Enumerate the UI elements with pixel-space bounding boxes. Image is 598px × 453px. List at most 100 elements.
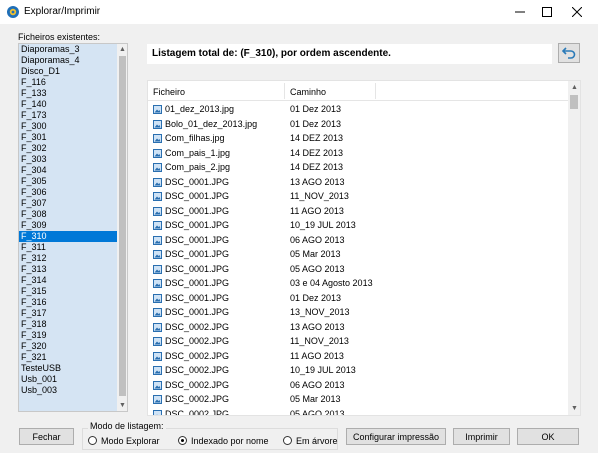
table-row[interactable]: DSC_0001.JPG 13 AGO 2013 [148, 175, 568, 190]
list-item[interactable]: F_307 [19, 198, 117, 209]
files-scrollbar[interactable]: ▲ ▼ [117, 44, 127, 411]
undo-button[interactable] [558, 43, 580, 63]
file-path-cell: 01 Dez 2013 [290, 118, 342, 129]
imprimir-button[interactable]: Imprimir [453, 428, 510, 445]
list-item[interactable]: F_309 [19, 220, 117, 231]
list-item[interactable]: Usb_001 [19, 374, 117, 385]
table-row[interactable]: DSC_0001.JPG 03 e 04 Agosto 2013 [148, 276, 568, 291]
radio-indexado-por-nome[interactable] [178, 436, 187, 445]
scroll-up-icon[interactable]: ▲ [119, 46, 126, 53]
file-name-cell: Bolo_01_dez_2013.jpg [165, 118, 258, 129]
table-row[interactable]: DSC_0002.JPG 05 Mar 2013 [148, 392, 568, 407]
list-item[interactable]: TesteUSB [19, 363, 117, 374]
file-name-cell: DSC_0001.JPG [165, 234, 230, 245]
files-items: Diaporamas_3 Diaporamas_4 Disco_D1 F_116 F_1… [19, 44, 117, 396]
list-item[interactable]: F_310 [19, 231, 117, 242]
file-name-cell: DSC_0001.JPG [165, 191, 230, 201]
minimize-button[interactable] [505, 0, 535, 24]
list-item[interactable]: F_304 [19, 165, 117, 176]
list-item[interactable]: F_306 [19, 187, 117, 198]
maximize-button[interactable] [532, 0, 562, 24]
file-name-cell: DSC_0001.JPG [165, 249, 230, 259]
scroll-thumb[interactable] [570, 95, 578, 109]
list-item[interactable]: F_316 [19, 297, 117, 308]
file-name-cell: DSC_0001.JPG [165, 176, 230, 187]
table-row[interactable]: DSC_0001.JPG 05 Mar 2013 [148, 247, 568, 262]
list-item[interactable]: F_303 [19, 154, 117, 165]
files-table[interactable]: Ficheiro Caminho 01_dez_2013.jpg 01 Dez 2… [147, 80, 581, 416]
column-header-caminho[interactable]: Caminho [290, 87, 326, 97]
table-row[interactable]: Com_pais_2.jpg 14 DEZ 2013 [148, 160, 568, 175]
list-item[interactable]: F_300 [19, 121, 117, 132]
list-item[interactable]: F_133 [19, 88, 117, 99]
radio-modo-explorar[interactable] [88, 436, 97, 445]
table-row[interactable]: Bolo_01_dez_2013.jpg 01 Dez 2013 [148, 117, 568, 132]
list-item[interactable]: F_308 [19, 209, 117, 220]
list-item[interactable]: Disco_D1 [19, 66, 117, 77]
radio-label-indexado-por-nome[interactable]: Indexado por nome [191, 436, 269, 446]
table-row[interactable]: 01_dez_2013.jpg 01 Dez 2013 [148, 102, 568, 117]
list-item[interactable]: F_313 [19, 264, 117, 275]
table-row[interactable]: Com_filhas.jpg 14 DEZ 2013 [148, 131, 568, 146]
column-divider[interactable] [375, 83, 376, 99]
file-path-cell: 14 DEZ 2013 [290, 162, 344, 172]
table-row[interactable]: DSC_0001.JPG 06 AGO 2013 [148, 233, 568, 248]
list-item[interactable]: F_318 [19, 319, 117, 330]
files-listbox[interactable]: Diaporamas_3 Diaporamas_4 Disco_D1 F_116 F_1… [18, 43, 128, 412]
scroll-down-icon[interactable]: ▼ [119, 402, 126, 409]
list-item[interactable]: F_321 [19, 352, 117, 363]
configurar-impressao-button[interactable]: Configurar impressão [346, 428, 446, 445]
scroll-up-icon[interactable]: ▲ [571, 84, 578, 91]
table-row[interactable]: Com_pais_1.jpg 14 DEZ 2013 [148, 146, 568, 161]
list-item[interactable]: F_320 [19, 341, 117, 352]
table-row[interactable]: DSC_0002.JPG 13 AGO 2013 [148, 320, 568, 335]
table-row[interactable]: DSC_0001.JPG 10_19 JUL 2013 [148, 218, 568, 233]
table-row[interactable]: DSC_0002.JPG 11 AGO 2013 [148, 349, 568, 364]
radio-label-em-arvore[interactable]: Em árvore [296, 436, 338, 446]
fechar-button[interactable]: Fechar [19, 428, 74, 445]
table-row[interactable]: DSC_0001.JPG 11_NOV_2013 [148, 189, 568, 204]
list-item[interactable]: F_319 [19, 330, 117, 341]
files-label: Ficheiros existentes: [18, 32, 101, 42]
table-row[interactable]: DSC_0002.JPG 11_NOV_2013 [148, 334, 568, 349]
radio-label-modo-explorar[interactable]: Modo Explorar [101, 436, 160, 446]
list-item[interactable]: F_173 [19, 110, 117, 121]
table-row[interactable]: DSC_0001.JPG 01 Dez 2013 [148, 291, 568, 306]
column-header-ficheiro[interactable]: Ficheiro [153, 87, 185, 97]
list-item[interactable]: F_302 [19, 143, 117, 154]
file-path-cell: 13 AGO 2013 [290, 176, 345, 187]
minimize-icon [515, 11, 525, 13]
file-path-cell: 10_19 JUL 2013 [290, 220, 356, 230]
list-item[interactable]: Usb_003 [19, 385, 117, 396]
radio-em-arvore[interactable] [283, 436, 292, 445]
file-name-cell: DSC_0002.JPG [165, 350, 230, 361]
list-item[interactable]: F_301 [19, 132, 117, 143]
list-item[interactable]: F_314 [19, 275, 117, 286]
table-row[interactable]: DSC_0002.JPG 06 AGO 2013 [148, 378, 568, 393]
file-name-cell: Com_filhas.jpg [165, 133, 225, 143]
list-item[interactable]: F_140 [19, 99, 117, 110]
list-item[interactable]: F_311 [19, 242, 117, 253]
image-file-icon [153, 221, 162, 230]
list-item[interactable]: Diaporamas_4 [19, 55, 117, 66]
image-file-icon [153, 264, 162, 274]
list-item[interactable]: F_116 [19, 77, 117, 88]
table-row[interactable]: DSC_0001.JPG 11 AGO 2013 [148, 204, 568, 219]
list-item[interactable]: Diaporamas_3 [19, 44, 117, 55]
image-file-icon [153, 206, 162, 216]
list-item[interactable]: F_315 [19, 286, 117, 297]
table-row[interactable]: DSC_0001.JPG 05 AGO 2013 [148, 262, 568, 277]
list-item[interactable]: F_305 [19, 176, 117, 187]
scroll-down-icon[interactable]: ▼ [571, 405, 578, 412]
table-row[interactable]: DSC_0002.JPG 10_19 JUL 2013 [148, 363, 568, 378]
column-divider[interactable] [284, 83, 285, 99]
list-item[interactable]: F_317 [19, 308, 117, 319]
close-window-button[interactable] [562, 0, 592, 24]
table-scrollbar[interactable]: ▲ ▼ [568, 81, 580, 415]
table-row[interactable]: DSC_0001.JPG 13_NOV_2013 [148, 305, 568, 320]
table-row[interactable]: DSC_0002.JPG 05 AGO 2013 [148, 407, 568, 415]
ok-button[interactable]: OK [517, 428, 579, 445]
list-item[interactable]: F_312 [19, 253, 117, 264]
scroll-thumb[interactable] [119, 56, 126, 396]
file-path-cell: 11 AGO 2013 [290, 350, 344, 361]
